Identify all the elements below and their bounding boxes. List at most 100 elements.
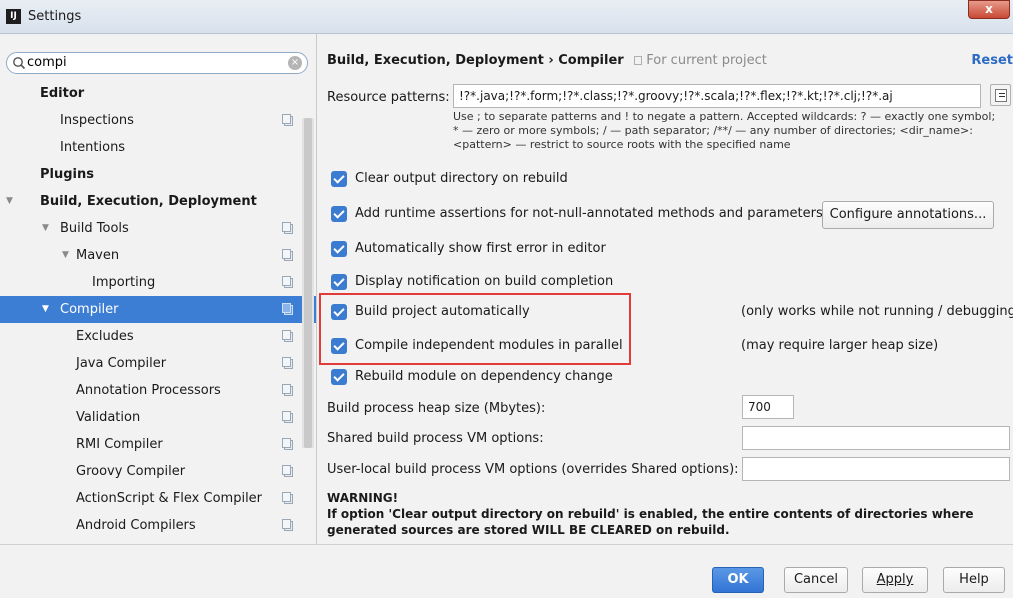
tree-item[interactable]: ▼ Compiler [0, 296, 316, 323]
tree-item[interactable]: ▼ Build, Execution, Deployment [0, 188, 316, 215]
hint-line-3: <pattern> — restrict to source roots wit… [453, 138, 791, 151]
project-settings-icon [282, 438, 293, 450]
build-automatically-note: (only works while not running / debuggin… [741, 304, 1013, 319]
tree-item-label: Maven [76, 248, 120, 263]
title-bar: IJ Settings x [0, 0, 1013, 34]
reset-link[interactable]: Reset [971, 53, 1013, 68]
tree-item[interactable]: RMI Compiler [0, 431, 316, 458]
search-value: compi [27, 55, 67, 70]
project-icon [634, 56, 643, 65]
expand-arrow-icon[interactable]: ▼ [42, 296, 49, 323]
hint-line-1: Use ; to separate patterns and ! to nega… [453, 110, 996, 123]
tree-item[interactable]: Importing [0, 269, 316, 296]
project-scope-text: For current project [646, 53, 767, 68]
project-settings-icon [282, 357, 293, 369]
rebuild-dependency-checkbox[interactable] [331, 369, 347, 385]
help-button[interactable]: Help [943, 567, 1005, 593]
clear-search-icon[interactable]: × [288, 56, 302, 70]
close-button[interactable]: x [968, 0, 1010, 19]
local-vm-options-field[interactable] [742, 457, 1010, 481]
project-scope-label: For current project [634, 53, 767, 68]
resource-patterns-field[interactable]: !?*.java;!?*.form;!?*.class;!?*.groovy;!… [453, 84, 981, 108]
tree-item-label: Build, Execution, Deployment [40, 194, 257, 209]
project-settings-icon [282, 519, 293, 531]
resource-patterns-label: Resource patterns: [327, 90, 450, 105]
tree-item-label: Annotation Processors [76, 383, 221, 398]
tree-item-label: Java Compiler [76, 356, 167, 371]
tree-item[interactable]: Plugins [0, 161, 316, 188]
tree-item[interactable]: Excludes [0, 323, 316, 350]
scrollbar-thumb[interactable] [304, 118, 312, 448]
tree-item-label: Importing [92, 275, 156, 290]
tree-item[interactable]: Annotation Processors [0, 377, 316, 404]
tree-item[interactable]: ▼ Maven [0, 242, 316, 269]
tree-item[interactable]: ▼ Build Tools [0, 215, 316, 242]
intellij-icon: IJ [6, 9, 21, 24]
ok-button[interactable]: OK [712, 567, 764, 593]
tree-item-label: Inspections [60, 113, 134, 128]
compile-parallel-note: (may require larger heap size) [741, 338, 939, 353]
clear-output-label[interactable]: Clear output directory on rebuild [355, 171, 568, 186]
expand-arrow-icon[interactable]: ▼ [6, 188, 13, 215]
tree-item-label: Android Compilers [76, 518, 196, 533]
heap-size-label: Build process heap size (Mbytes): [327, 401, 546, 416]
warning-message: WARNING! If option 'Clear output directo… [327, 490, 1007, 538]
display-notification-checkbox[interactable] [331, 274, 347, 290]
clear-output-checkbox[interactable] [331, 171, 347, 187]
tree-item[interactable]: Intentions [0, 134, 316, 161]
apply-button[interactable]: Apply [862, 567, 928, 593]
tree-item-label: Intentions [60, 140, 126, 155]
tree-scrollbar[interactable] [302, 118, 314, 448]
expand-arrow-icon[interactable]: ▼ [42, 215, 49, 242]
project-settings-icon [282, 276, 293, 288]
project-settings-icon [282, 303, 293, 315]
runtime-assertions-label[interactable]: Add runtime assertions for not-null-anno… [355, 206, 823, 221]
project-settings-icon [282, 114, 293, 126]
search-icon [13, 57, 26, 70]
tree-item-label: Excludes [76, 329, 134, 344]
search-input[interactable]: compi × [6, 52, 308, 74]
cancel-button[interactable]: Cancel [784, 567, 848, 593]
show-first-error-checkbox[interactable] [331, 241, 347, 257]
project-settings-icon [282, 411, 293, 423]
settings-navigation: compi × Editor Inspections Intentions Plugi… [0, 46, 316, 544]
breadcrumb-path: Build, Execution, Deployment › Compiler [327, 53, 624, 68]
expand-arrow-icon[interactable]: ▼ [62, 242, 69, 269]
tree-item-label: Plugins [40, 167, 94, 182]
tree-item[interactable]: Android Compilers [0, 512, 316, 539]
dialog-footer: OK Cancel Apply Help [0, 544, 1013, 598]
tree-item-label: Compiler [60, 302, 119, 317]
expand-patterns-button[interactable] [990, 84, 1011, 106]
tree-item[interactable]: ActionScript & Flex Compiler [0, 485, 316, 512]
tree-item-label: Build Tools [60, 221, 129, 236]
tree-item-label: ActionScript & Flex Compiler [76, 491, 263, 506]
highlight-annotation [319, 293, 631, 365]
tree-item[interactable]: Editor [0, 80, 316, 107]
resource-patterns-hint: Use ; to separate patterns and ! to nega… [453, 110, 1013, 152]
project-settings-icon [282, 492, 293, 504]
settings-tree: Editor Inspections Intentions Plugins ▼ Build… [0, 80, 316, 544]
project-settings-icon [282, 222, 293, 234]
hint-line-2: * — zero or more symbols; / — path separ… [453, 124, 973, 137]
warning-title: WARNING! [327, 491, 399, 505]
tree-item[interactable]: Validation [0, 404, 316, 431]
heap-size-field[interactable]: 700 [742, 395, 794, 419]
tree-item[interactable]: Inspections [0, 107, 316, 134]
runtime-assertions-checkbox[interactable] [331, 206, 347, 222]
tree-item-label: RMI Compiler [76, 437, 163, 452]
project-settings-icon [282, 465, 293, 477]
show-first-error-label[interactable]: Automatically show first error in editor [355, 241, 606, 256]
window-title: Settings [28, 9, 82, 24]
tree-item-label: Validation [76, 410, 141, 425]
configure-annotations-button[interactable]: Configure annotations... [822, 201, 994, 229]
tree-item-label: Groovy Compiler [76, 464, 186, 479]
rebuild-dependency-label[interactable]: Rebuild module on dependency change [355, 369, 613, 384]
project-settings-icon [282, 249, 293, 261]
tree-item[interactable]: Java Compiler [0, 350, 316, 377]
display-notification-label[interactable]: Display notification on build completion [355, 274, 613, 289]
tree-item[interactable]: Groovy Compiler [0, 458, 316, 485]
project-settings-icon [282, 384, 293, 396]
warning-text: If option 'Clear output directory on reb… [327, 507, 974, 537]
tree-item-label: Editor [40, 86, 85, 101]
shared-vm-options-field[interactable] [742, 426, 1010, 450]
